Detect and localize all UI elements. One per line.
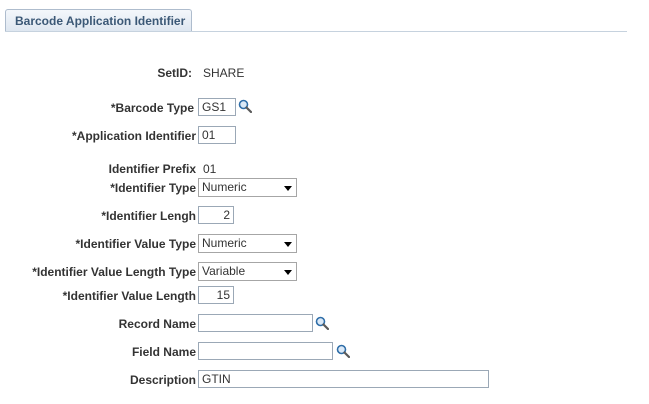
barcode-type-input[interactable]: GS1 [198, 98, 236, 116]
chevron-down-icon [284, 270, 292, 275]
application-identifier-label: *Application Identifier [71, 129, 196, 143]
record-name-label: Record Name [118, 317, 196, 331]
setid-label: SetID: [157, 66, 192, 80]
identifier-value-length-input[interactable]: 15 [198, 286, 234, 304]
identifier-value-length-type-select[interactable]: Variable [198, 262, 297, 281]
identifier-length-input[interactable]: 2 [198, 206, 234, 224]
chevron-down-icon [284, 186, 292, 191]
identifier-length-label: *Identifier Lengh [101, 209, 196, 223]
tab-divider [5, 31, 627, 32]
barcode-type-lookup-icon[interactable] [238, 99, 252, 113]
identifier-value-type-select[interactable]: Numeric [198, 234, 297, 253]
tab-barcode-application-identifier[interactable]: Barcode Application Identifier [5, 9, 192, 32]
field-name-label: Field Name [131, 345, 196, 359]
identifier-value-type-selected: Numeric [202, 236, 247, 250]
identifier-prefix-value: 01 [203, 162, 217, 176]
identifier-type-selected: Numeric [202, 180, 247, 194]
application-identifier-input[interactable]: 01 [198, 126, 236, 144]
description-label: Description [129, 373, 196, 387]
field-name-lookup-icon[interactable] [336, 344, 350, 358]
description-input[interactable]: GTIN [198, 370, 489, 388]
record-name-lookup-icon[interactable] [315, 316, 329, 330]
barcode-application-identifier-page: Barcode Application Identifier SetID: SH… [0, 0, 649, 404]
identifier-prefix-label: Identifier Prefix [108, 162, 196, 176]
barcode-type-label: *Barcode Type [110, 101, 194, 115]
identifier-value-type-label: *Identifier Value Type [75, 237, 196, 251]
identifier-value-length-type-selected: Variable [202, 264, 246, 278]
identifier-type-select[interactable]: Numeric [198, 178, 297, 197]
identifier-value-length-type-label: *Identifier Value Length Type [32, 265, 196, 279]
identifier-type-label: *Identifier Type [110, 181, 196, 195]
identifier-value-length-label: *Identifier Value Length [62, 289, 196, 303]
setid-value: SHARE [203, 66, 245, 80]
field-name-input[interactable] [198, 342, 333, 360]
chevron-down-icon [284, 242, 292, 247]
record-name-input[interactable] [198, 314, 313, 332]
